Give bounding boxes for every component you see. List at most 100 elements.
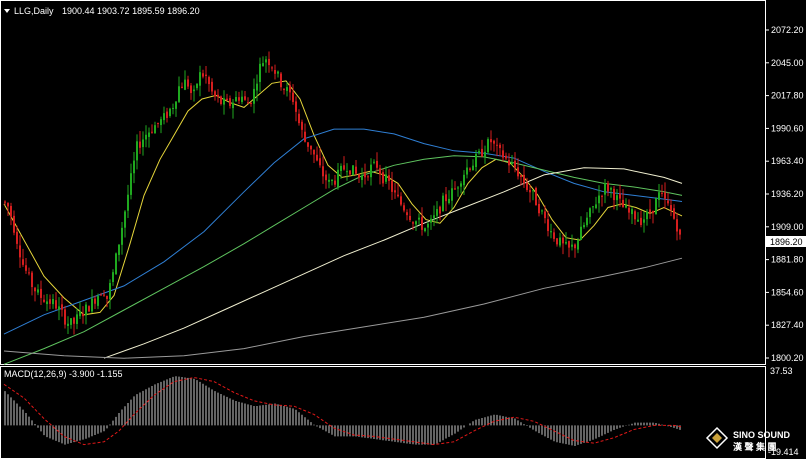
candle-body (640, 217, 642, 226)
candle-body (514, 160, 516, 168)
candle-body (466, 167, 468, 175)
candle-body (313, 149, 315, 155)
candle-body (676, 219, 678, 232)
candle-body (352, 165, 354, 176)
candle-body (283, 89, 285, 91)
candle-body (106, 295, 108, 299)
candle-body (598, 195, 600, 204)
candle-body (487, 139, 489, 153)
candle-body (34, 287, 36, 292)
candle-body (91, 298, 93, 312)
candle-body (469, 168, 471, 170)
candle-body (67, 323, 69, 326)
candle-body (625, 205, 627, 208)
candle-body (169, 108, 171, 117)
candle-body (136, 141, 138, 161)
candle-body (208, 77, 210, 85)
candle-body (31, 272, 33, 288)
candle-body (520, 175, 522, 177)
candle-body (442, 195, 444, 212)
candle-body (667, 200, 669, 204)
candle-body (211, 81, 213, 92)
moving-average-line-5 (3, 257, 683, 359)
candle-body (46, 301, 48, 305)
candle-body (346, 171, 348, 173)
candle-body (151, 131, 153, 133)
candle-body (148, 132, 150, 137)
candle-body (205, 74, 207, 76)
candle-body (124, 211, 126, 228)
candle-body (502, 150, 504, 158)
candle-body (265, 59, 267, 63)
macd-panel-frame (0, 366, 766, 459)
candle-body (364, 173, 366, 178)
symbol-label: LLG,Daily (14, 6, 54, 16)
candle-body (661, 192, 663, 194)
candle-body (82, 313, 84, 317)
candle-body (496, 144, 498, 146)
candle-body (355, 166, 357, 174)
price-axis-label: 2017.80 (771, 91, 804, 101)
candle-body (4, 201, 6, 203)
candle-body (238, 97, 240, 101)
candle-body (202, 73, 204, 77)
price-chart[interactable]: 2072.20 2045.00 2017.80 1990.60 1963.40 1936.… (0, 0, 806, 459)
candle-body (610, 188, 612, 190)
candle-body (592, 206, 594, 208)
candle-body (280, 73, 282, 88)
candle-body (64, 309, 66, 325)
candle-body (232, 102, 234, 109)
candle-body (400, 196, 402, 205)
candle-body (562, 237, 564, 244)
candle-body (61, 304, 63, 310)
candle-body (508, 160, 510, 166)
dropdown-triangle-icon[interactable] (4, 9, 10, 13)
candle-body (358, 174, 360, 178)
candle-body (367, 176, 369, 178)
candle-body (394, 190, 396, 193)
candle-body (388, 175, 390, 181)
candle-body (193, 89, 195, 92)
candle-body (121, 227, 123, 245)
candle-body (79, 311, 81, 317)
candle-body (40, 288, 42, 298)
candle-body (304, 131, 306, 142)
candle-body (613, 188, 615, 201)
candle-body (70, 318, 72, 325)
candle-body (334, 180, 336, 185)
candle-body (655, 198, 657, 215)
candle-body (421, 217, 423, 230)
candle-body (433, 215, 435, 219)
candle-body (580, 226, 582, 240)
candle-body (652, 210, 654, 214)
candle-body (85, 304, 87, 316)
candle-body (319, 158, 321, 166)
candle-body (190, 85, 192, 94)
candle-body (679, 229, 681, 235)
candle-body (454, 188, 456, 190)
candle-body (310, 145, 312, 150)
candle-body (250, 102, 252, 104)
candle-body (427, 223, 429, 228)
candle-body (220, 96, 222, 104)
candle-body (223, 98, 225, 105)
candle-body (628, 207, 630, 213)
candle-body (328, 179, 330, 182)
candle-body (616, 195, 618, 201)
candle-body (586, 217, 588, 226)
candle-body (43, 299, 45, 302)
candle-body (175, 101, 177, 109)
logo-text-en: SINO SOUND (733, 430, 791, 440)
candle-body (550, 231, 552, 233)
candle-body (499, 144, 501, 149)
price-axis-label: 1854.60 (771, 287, 804, 297)
candle-body (472, 165, 474, 171)
candle-body (403, 205, 405, 211)
candle-body (529, 190, 531, 193)
candle-body (553, 232, 555, 239)
candle-body (259, 63, 261, 82)
candle-body (451, 188, 453, 201)
candle-body (646, 211, 648, 220)
candle-body (577, 240, 579, 250)
candle-body (526, 182, 528, 190)
